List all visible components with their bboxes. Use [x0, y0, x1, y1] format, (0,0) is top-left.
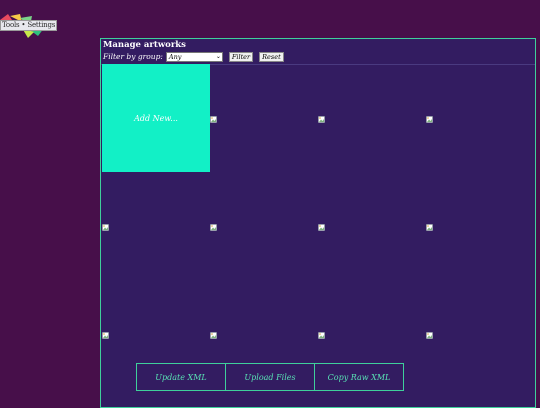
filter-button[interactable]: Filter	[228, 51, 254, 62]
update-xml-button[interactable]: Update XML	[137, 364, 226, 390]
broken-image-icon[interactable]	[210, 116, 217, 123]
chevron-down-icon: ⌄	[215, 52, 221, 60]
group-select[interactable]: Any ⌄	[165, 51, 223, 62]
broken-image-icon[interactable]	[426, 332, 433, 339]
add-new-artwork-tile[interactable]: Add New...	[102, 64, 210, 172]
copy-raw-xml-button[interactable]: Copy Raw XML	[315, 364, 403, 390]
add-new-label: Add New...	[134, 113, 178, 123]
upload-files-button[interactable]: Upload Files	[226, 364, 315, 390]
broken-image-icon[interactable]	[102, 224, 109, 231]
broken-image-icon[interactable]	[318, 116, 325, 123]
group-select-value: Any	[168, 52, 182, 61]
panel-title: Manage artworks	[103, 40, 186, 50]
reset-button[interactable]: Reset	[259, 51, 284, 62]
app-logo[interactable]: Tools • Settings	[0, 12, 58, 38]
filter-by-group-label: Filter by group:	[103, 52, 163, 61]
broken-image-icon[interactable]	[210, 224, 217, 231]
broken-image-icon[interactable]	[426, 116, 433, 123]
broken-image-icon[interactable]	[318, 224, 325, 231]
manage-artworks-panel: Manage artworks Filter by group: Any ⌄ F…	[100, 38, 536, 408]
action-bar: Update XML Upload Files Copy Raw XML	[136, 363, 404, 391]
logo-label: Tools • Settings	[0, 20, 58, 31]
broken-image-icon[interactable]	[210, 332, 217, 339]
broken-image-icon[interactable]	[426, 224, 433, 231]
filter-row: Filter by group: Any ⌄ Filter Reset	[103, 51, 284, 62]
broken-image-icon[interactable]	[102, 332, 109, 339]
broken-image-icon[interactable]	[318, 332, 325, 339]
